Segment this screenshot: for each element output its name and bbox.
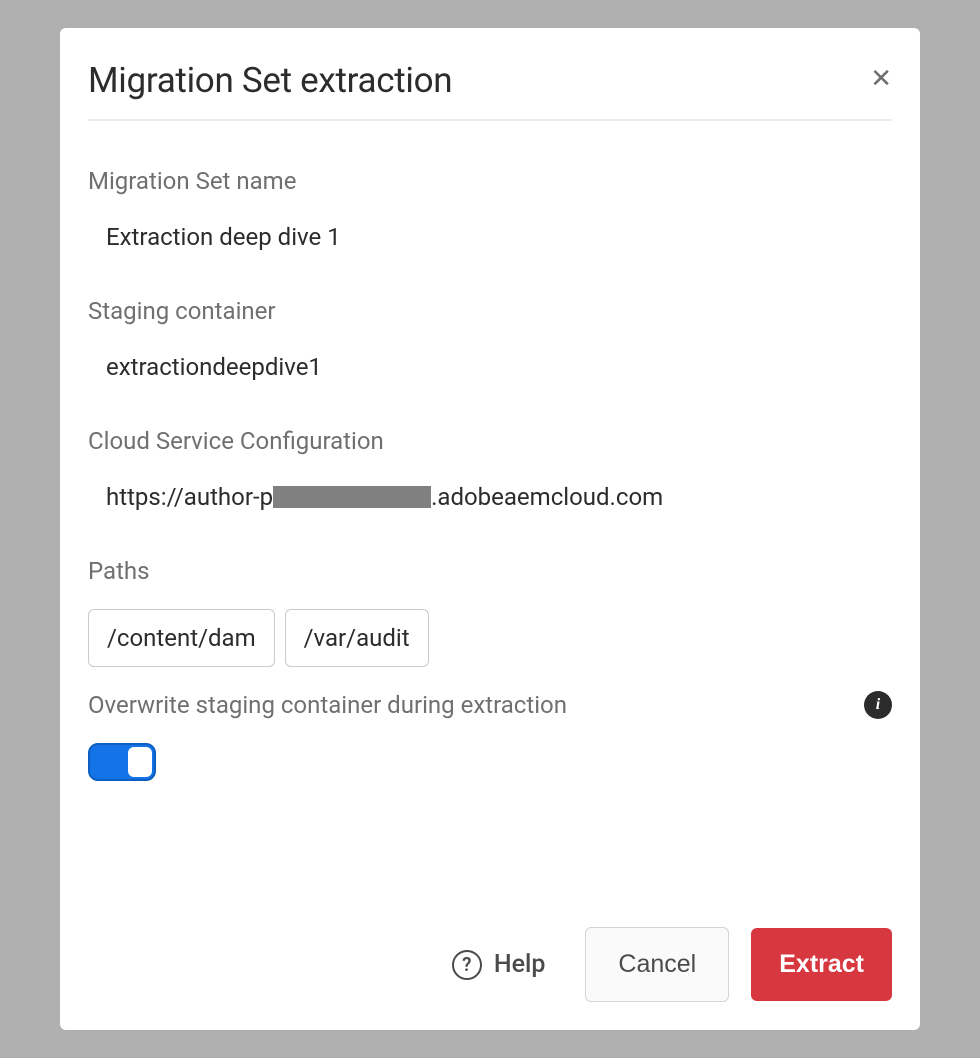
overwrite-toggle[interactable]	[88, 743, 156, 781]
path-tag[interactable]: /var/audit	[285, 609, 429, 667]
migration-set-name-field: Migration Set name Extraction deep dive …	[88, 167, 892, 251]
migration-set-name-label: Migration Set name	[88, 167, 892, 195]
staging-container-label: Staging container	[88, 297, 892, 325]
dialog-title: Migration Set extraction	[88, 60, 452, 101]
cloud-config-field: Cloud Service Configuration https://auth…	[88, 427, 892, 511]
cloud-config-url-prefix: https://author-p	[106, 483, 273, 511]
help-icon: ?	[452, 950, 482, 980]
dialog-body: Migration Set name Extraction deep dive …	[88, 121, 892, 907]
info-icon[interactable]: i	[864, 691, 892, 719]
dialog-footer: ? Help Cancel Extract	[88, 907, 892, 1002]
migration-set-name-value: Extraction deep dive 1	[88, 223, 892, 251]
overwrite-label: Overwrite staging container during extra…	[88, 691, 567, 719]
path-tag[interactable]: /content/dam	[88, 609, 275, 667]
overwrite-row: Overwrite staging container during extra…	[88, 691, 892, 719]
toggle-knob	[128, 747, 152, 777]
help-link[interactable]: ? Help	[452, 950, 546, 980]
close-icon[interactable]: ✕	[870, 60, 892, 92]
redacted-segment	[273, 486, 431, 508]
cloud-config-label: Cloud Service Configuration	[88, 427, 892, 455]
staging-container-field: Staging container extractiondeepdive1	[88, 297, 892, 381]
paths-container: /content/dam /var/audit	[88, 609, 892, 667]
cloud-config-url-suffix: .adobeaemcloud.com	[431, 483, 663, 511]
extract-button[interactable]: Extract	[751, 928, 892, 1001]
staging-container-value: extractiondeepdive1	[88, 353, 892, 381]
cancel-button[interactable]: Cancel	[585, 927, 729, 1002]
help-label: Help	[494, 950, 546, 979]
paths-field: Paths /content/dam /var/audit	[88, 557, 892, 667]
paths-label: Paths	[88, 557, 892, 585]
dialog-header: Migration Set extraction ✕	[88, 60, 892, 121]
cloud-config-value: https://author-p .adobeaemcloud.com	[88, 483, 892, 511]
migration-extraction-dialog: Migration Set extraction ✕ Migration Set…	[60, 28, 920, 1030]
